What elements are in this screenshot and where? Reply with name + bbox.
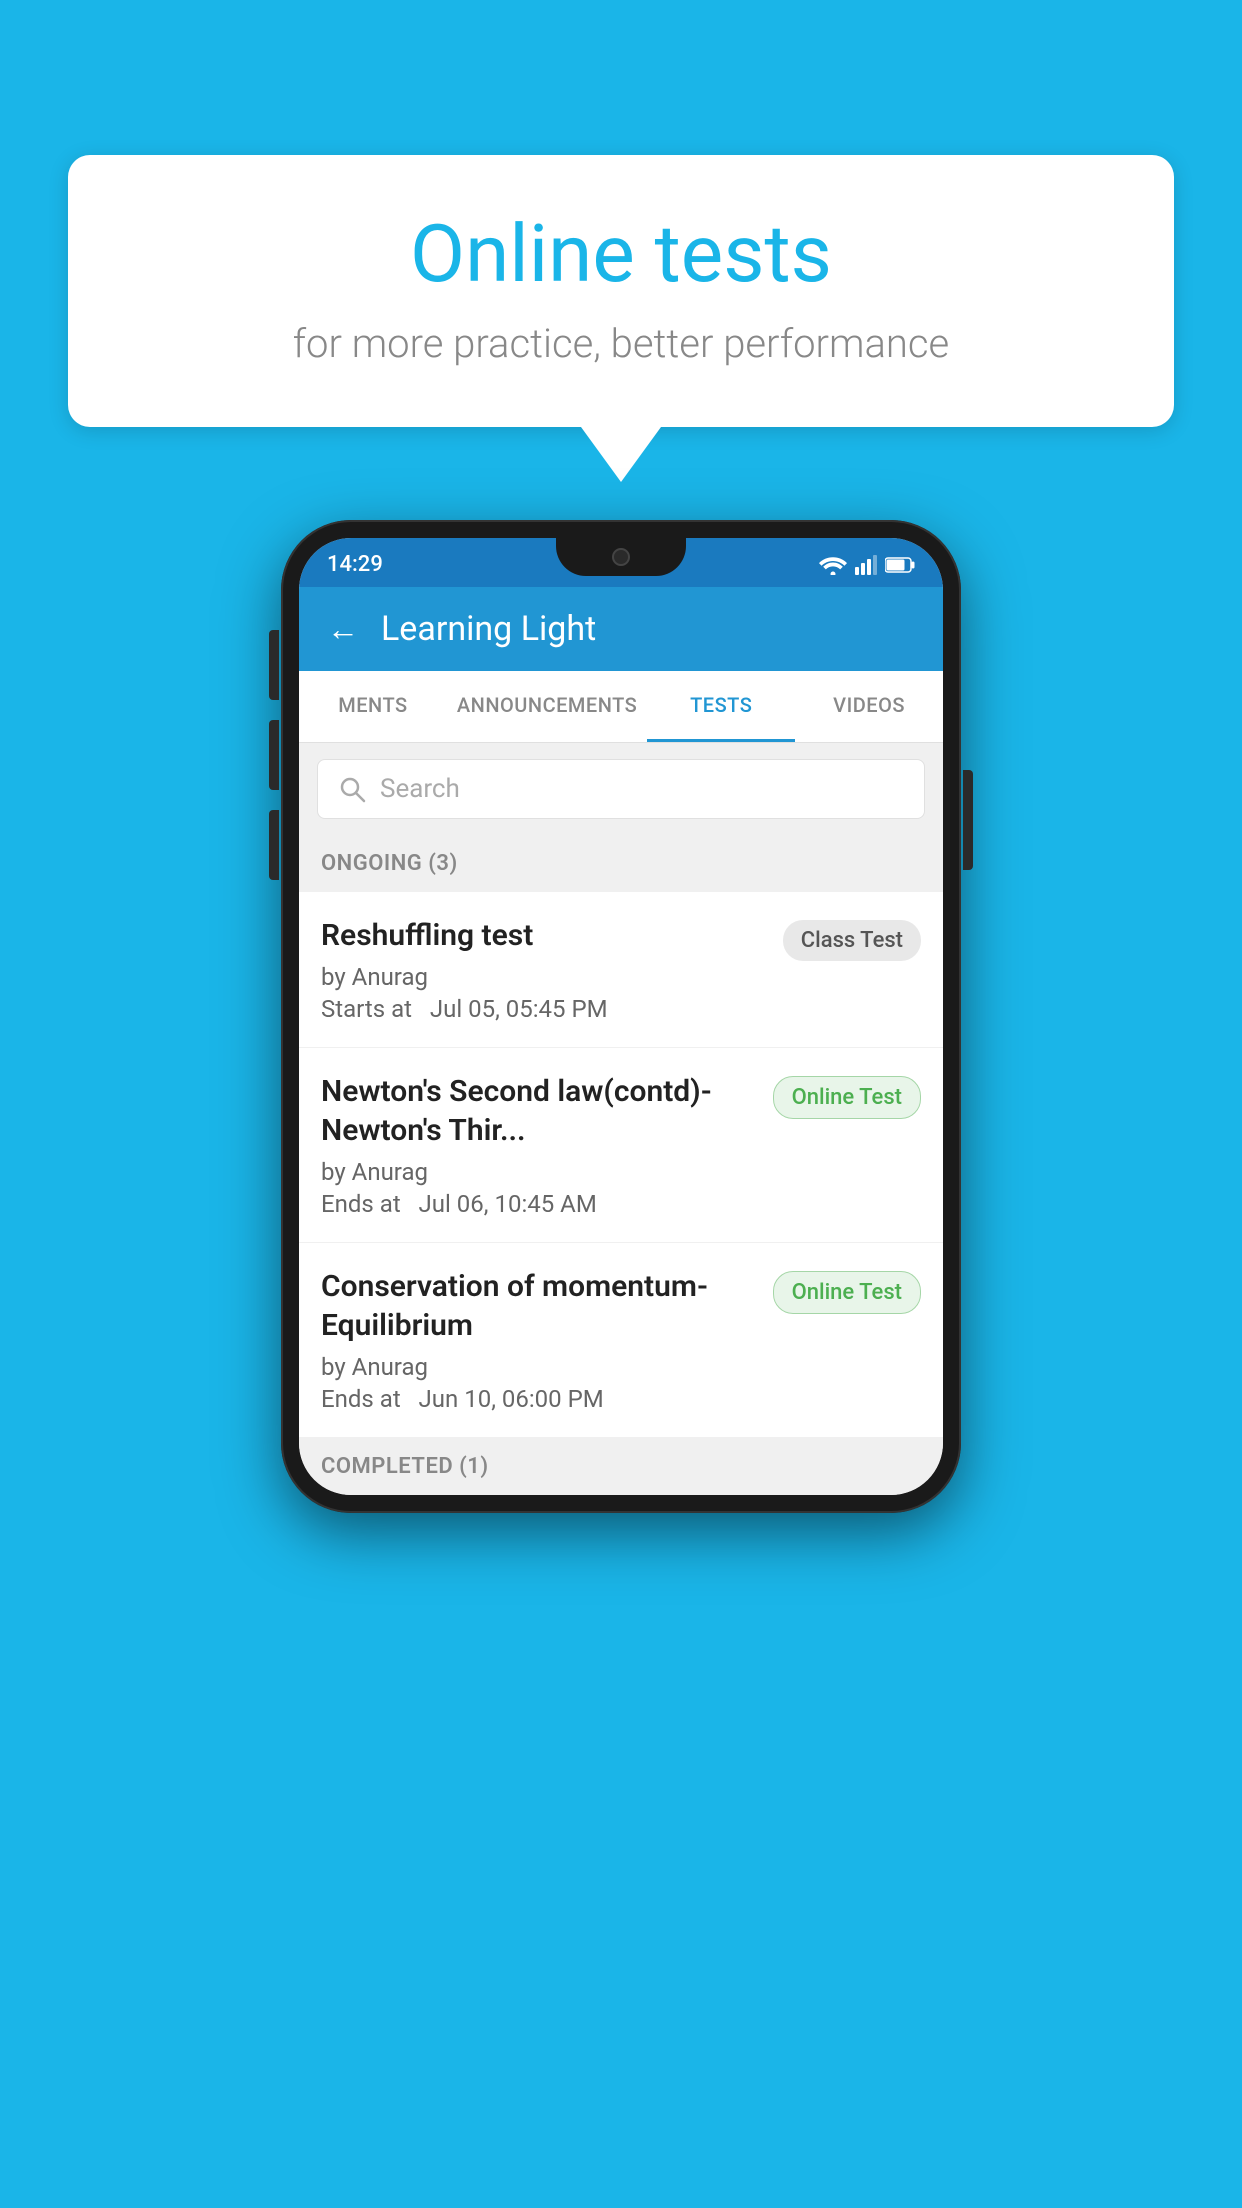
test-name-1: Reshuffling test (321, 916, 767, 955)
back-button[interactable]: ← (327, 610, 359, 648)
speech-bubble-subtitle: for more practice, better performance (128, 320, 1114, 367)
search-icon (338, 775, 366, 803)
test-date-value-3: Jun 10, 06:00 PM (419, 1385, 604, 1413)
test-date-label-2: Ends at (321, 1190, 401, 1218)
test-author-3: by Anurag (321, 1353, 757, 1381)
speech-bubble: Online tests for more practice, better p… (68, 155, 1174, 427)
status-time: 14:29 (327, 552, 383, 577)
test-name-3: Conservation of momentum-Equilibrium (321, 1267, 757, 1345)
test-date-2: Ends at Jul 06, 10:45 AM (321, 1190, 757, 1218)
search-bar[interactable]: Search (317, 759, 925, 819)
search-placeholder: Search (380, 774, 460, 804)
test-badge-3: Online Test (773, 1271, 921, 1314)
completed-section-header: COMPLETED (1) (299, 1438, 943, 1495)
phone-wrapper: 14:29 (281, 520, 961, 1513)
test-item[interactable]: Newton's Second law(contd)-Newton's Thir… (299, 1048, 943, 1243)
status-icons (819, 555, 915, 575)
test-list: Reshuffling test by Anurag Starts at Jul… (299, 892, 943, 1438)
signal-icon (855, 555, 877, 575)
battery-icon (885, 556, 915, 574)
wifi-icon (819, 555, 847, 575)
test-info-3: Conservation of momentum-Equilibrium by … (321, 1267, 773, 1413)
ongoing-section-header: ONGOING (3) (299, 835, 943, 892)
test-date-value-2: Jul 06, 10:45 AM (419, 1190, 597, 1218)
test-date-value-1: Jul 05, 05:45 PM (430, 995, 608, 1023)
tab-announcements[interactable]: ANNOUNCEMENTS (447, 671, 647, 742)
app-header: ← Learning Light (299, 587, 943, 671)
test-author-2: by Anurag (321, 1158, 757, 1186)
tab-videos[interactable]: VIDEOS (795, 671, 943, 742)
tab-ments[interactable]: MENTS (299, 671, 447, 742)
test-item[interactable]: Conservation of momentum-Equilibrium by … (299, 1243, 943, 1438)
test-date-1: Starts at Jul 05, 05:45 PM (321, 995, 767, 1023)
phone-screen: 14:29 (299, 538, 943, 1495)
phone-frame: 14:29 (281, 520, 961, 1513)
test-date-3: Ends at Jun 10, 06:00 PM (321, 1385, 757, 1413)
test-item[interactable]: Reshuffling test by Anurag Starts at Jul… (299, 892, 943, 1048)
speech-bubble-container: Online tests for more practice, better p… (68, 155, 1174, 482)
search-container: Search (299, 743, 943, 835)
camera-dot (612, 548, 630, 566)
test-badge-2: Online Test (773, 1076, 921, 1119)
test-info-2: Newton's Second law(contd)-Newton's Thir… (321, 1072, 773, 1218)
tab-bar: MENTS ANNOUNCEMENTS TESTS VIDEOS (299, 671, 943, 743)
status-bar: 14:29 (299, 538, 943, 587)
test-date-label-3: Ends at (321, 1385, 401, 1413)
tab-tests[interactable]: TESTS (647, 671, 795, 742)
test-author-1: by Anurag (321, 963, 767, 991)
notch (556, 538, 686, 576)
test-badge-1: Class Test (783, 920, 921, 961)
speech-bubble-title: Online tests (128, 210, 1114, 298)
test-info-1: Reshuffling test by Anurag Starts at Jul… (321, 916, 783, 1023)
test-name-2: Newton's Second law(contd)-Newton's Thir… (321, 1072, 757, 1150)
speech-bubble-tail (581, 427, 661, 482)
test-date-label-1: Starts at (321, 995, 412, 1023)
app-title: Learning Light (381, 609, 596, 649)
